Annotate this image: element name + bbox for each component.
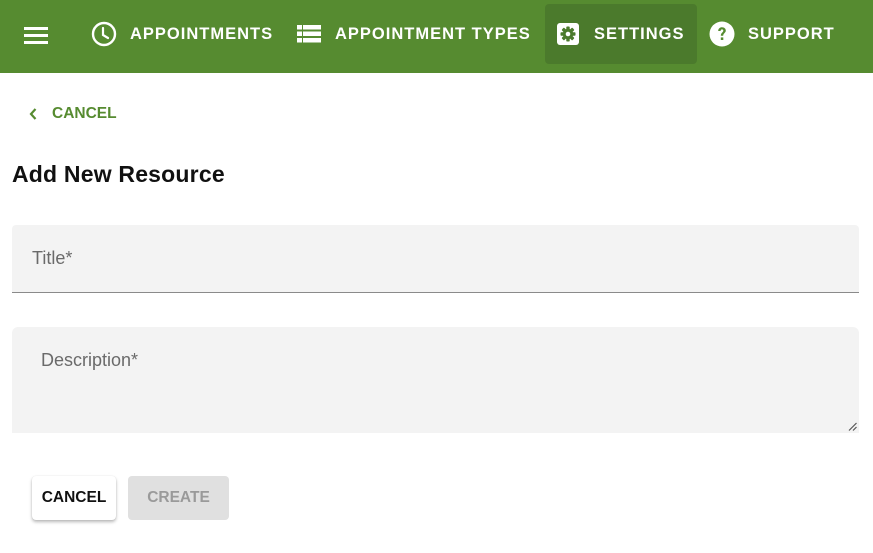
nav-appointments-label: APPOINTMENTS [130,24,274,43]
nav-settings-label: SETTINGS [594,24,685,43]
nav-appointments[interactable]: APPOINTMENTS [81,4,283,64]
title-input[interactable] [12,225,859,292]
title-field[interactable]: Title* [12,225,859,293]
create-button-label: CREATE [147,489,210,506]
help-circle-icon [709,21,735,47]
nav-settings[interactable]: SETTINGS [545,4,697,64]
description-textarea[interactable] [12,327,859,433]
page-title: Add New Resource [12,161,225,187]
top-navigation-bar: APPOINTMENTS APPOINTMENT TYPES SETTINGS … [0,0,873,73]
resize-grip-icon[interactable] [848,422,857,431]
description-field[interactable]: Description* [12,327,859,433]
menu-button[interactable] [16,17,56,53]
chevron-left-icon [24,105,42,123]
hamburger-menu-icon [24,27,48,44]
create-button[interactable]: CREATE [128,476,229,520]
nav-appointment-types-label: APPOINTMENT TYPES [335,24,531,43]
cancel-button-label: CANCEL [41,489,107,506]
gear-icon [555,21,581,47]
back-cancel-link[interactable]: CANCEL [24,100,117,128]
cancel-button[interactable]: CANCEL [32,476,116,520]
nav-support[interactable]: SUPPORT [699,4,845,64]
list-icon [296,21,322,47]
back-cancel-label: CANCEL [52,105,117,122]
clock-icon [91,21,117,47]
nav-appointment-types[interactable]: APPOINTMENT TYPES [286,4,541,64]
nav-support-label: SUPPORT [748,24,835,43]
